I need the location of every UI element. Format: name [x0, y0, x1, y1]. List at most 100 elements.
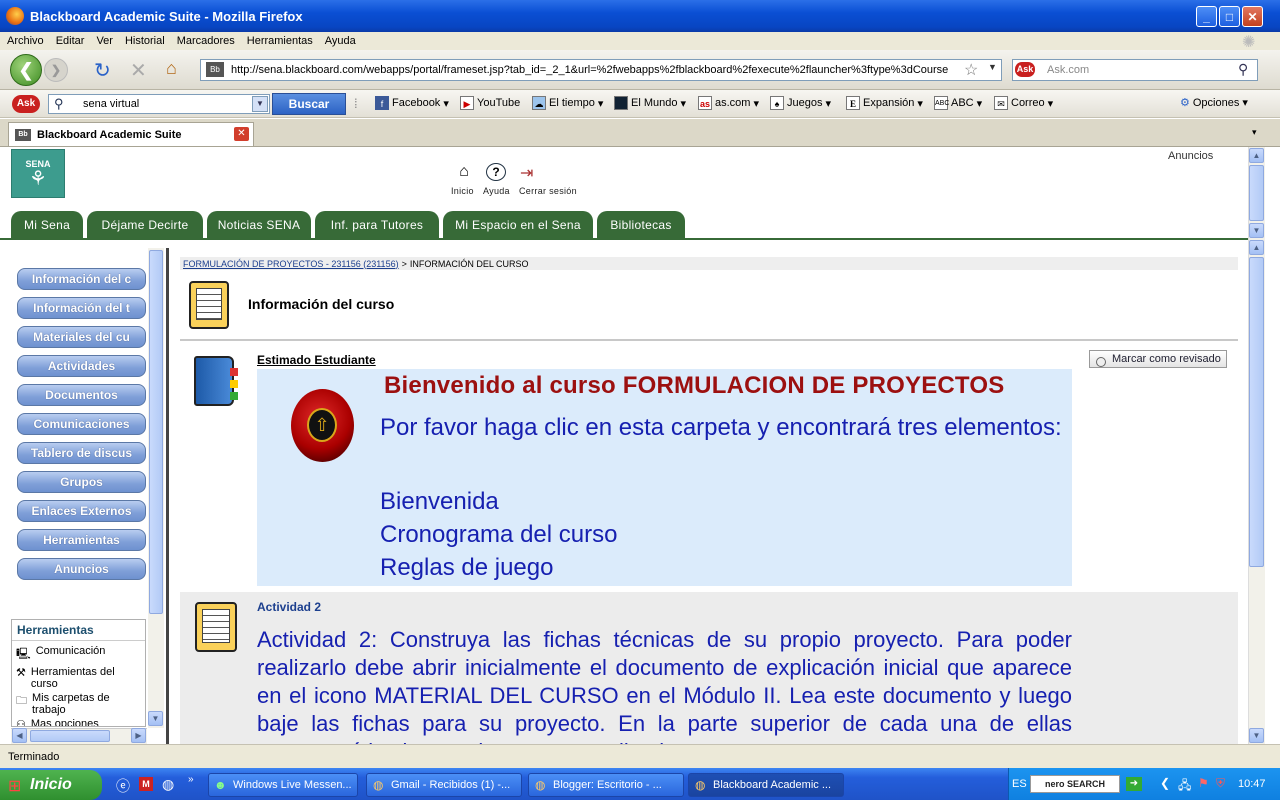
options-menu[interactable]: ⚙ Opciones ▾	[1180, 96, 1248, 110]
tool-item[interactable]: 🖳 Comunicación	[12, 641, 145, 664]
bookmark-correo[interactable]: ✉ Correo ▾	[994, 96, 1053, 110]
inicio-link[interactable]: Inicio	[451, 186, 474, 196]
tab-blackboard[interactable]: Bb Blackboard Academic Suite	[8, 122, 254, 146]
menu-marcadores[interactable]: Marcadores	[172, 35, 240, 47]
maximize-button[interactable]: □	[1219, 6, 1240, 27]
left-scroll-thumb[interactable]	[149, 250, 163, 614]
toolbar-search-input[interactable]: sena virtual	[48, 94, 270, 114]
frame-scroll-up[interactable]: ▲	[1249, 240, 1264, 255]
folder-item-icon[interactable]	[194, 356, 238, 406]
left-scroll-left[interactable]: ◀	[12, 728, 27, 743]
scroll-up-button[interactable]: ▲	[1249, 148, 1264, 163]
menu-herramientas[interactable]: Herramientas	[17, 529, 146, 551]
ayuda-link[interactable]: Ayuda	[483, 186, 510, 196]
bookmark-expansion[interactable]: E Expansión ▾	[846, 96, 923, 110]
menu-historial[interactable]: Historial	[120, 35, 170, 47]
search-dropdown-icon[interactable]: ▼	[252, 96, 268, 112]
tray-back-icon[interactable]: ❮	[1160, 776, 1170, 790]
menu-archivo[interactable]: Archivo	[2, 35, 49, 47]
back-button[interactable]: ❮	[10, 54, 42, 86]
task-blogger[interactable]: Blogger: Escritorio - ...	[528, 773, 684, 797]
tool-item[interactable]: 🗀 Mis carpetas de trabajo	[12, 690, 145, 716]
help-icon[interactable]: ?	[486, 163, 506, 181]
menu-materiales[interactable]: Materiales del cu	[17, 326, 146, 348]
frame-scroll-thumb[interactable]	[1249, 257, 1264, 567]
tab-close-icon[interactable]: ✕	[234, 127, 249, 141]
antivirus-icon[interactable]: ⛨	[1216, 776, 1225, 791]
tab-inf-tutores[interactable]: Inf. para Tutores	[315, 211, 439, 238]
home-icon[interactable]: ⌂	[166, 58, 177, 79]
magnifier-icon[interactable]: ⚲	[1238, 61, 1248, 78]
forward-button[interactable]: ❯	[44, 58, 68, 82]
task-blackboard[interactable]: Blackboard Academic ...	[688, 773, 844, 797]
tab-bibliotecas[interactable]: Bibliotecas	[597, 211, 685, 238]
ask-search-field[interactable]: Ask.com	[1012, 59, 1258, 81]
minimize-button[interactable]: _	[1196, 6, 1217, 27]
menu-herramientas[interactable]: Herramientas	[242, 35, 318, 47]
tool-item[interactable]: ⚒ Herramientas del curso	[12, 664, 145, 690]
close-button[interactable]: ✕	[1242, 6, 1263, 27]
top-scroll-down[interactable]: ▼	[1249, 223, 1264, 238]
star-bookmark-icon[interactable]: ☆	[964, 60, 978, 80]
bookmark-as[interactable]: as as.com ▾	[698, 96, 759, 110]
menu-ayuda[interactable]: Ayuda	[320, 35, 361, 47]
anuncios-link[interactable]: Anuncios	[1168, 150, 1213, 162]
menu-informacion-curso[interactable]: Información del c	[17, 268, 146, 290]
bookmark-abc[interactable]: ABC ABC ▾	[934, 96, 982, 110]
menu-actividades[interactable]: Actividades	[17, 355, 146, 377]
left-hscroll-thumb[interactable]	[30, 730, 110, 742]
breadcrumb-course-link[interactable]: FORMULACIÓN DE PROYECTOS - 231156 (23115…	[183, 259, 399, 269]
menu-comunicaciones[interactable]: Comunicaciones	[17, 413, 146, 435]
network-icon[interactable]: 🖧	[1178, 776, 1191, 797]
nero-search-box[interactable]: nero SEARCH	[1030, 775, 1120, 793]
top-scroll-thumb[interactable]	[1249, 165, 1264, 221]
tab-mi-sena[interactable]: Mi Sena	[11, 211, 83, 238]
bookmark-label: Expansión	[863, 97, 915, 109]
left-scroll-right[interactable]: ▶	[131, 728, 146, 743]
tab-noticias-sena[interactable]: Noticias SENA	[207, 211, 311, 238]
menu-anuncios[interactable]: Anuncios	[17, 558, 146, 580]
menu-grupos[interactable]: Grupos	[17, 471, 146, 493]
stop-icon[interactable]: ✕	[130, 58, 147, 83]
menu-documentos[interactable]: Documentos	[17, 384, 146, 406]
item1-intro-text: Por favor haga clic en esta carpeta y en…	[380, 414, 1062, 441]
logout-icon[interactable]: ⇥	[520, 163, 533, 183]
menu-editar[interactable]: Editar	[51, 35, 90, 47]
quicklaunch-ie-icon[interactable]: ⓔ	[116, 776, 130, 796]
home-page-icon[interactable]: ⌂	[452, 163, 476, 181]
url-bar[interactable]: http://sena.blackboard.com/webapps/porta…	[200, 59, 1002, 81]
start-folder-button[interactable]: ⇧	[291, 389, 354, 462]
sena-logo[interactable]: SENA ⚘	[11, 149, 65, 198]
quicklaunch-firefox-icon[interactable]: ◍	[162, 776, 174, 793]
bookmark-youtube[interactable]: ▶ YouTube	[460, 96, 520, 110]
menu-enlaces-externos[interactable]: Enlaces Externos	[17, 500, 146, 522]
tab-dejame-decirte[interactable]: Déjame Decirte	[87, 211, 203, 238]
menu-ver[interactable]: Ver	[91, 35, 118, 47]
scroll-down-button[interactable]: ▼	[1249, 728, 1264, 743]
search-button[interactable]: Buscar	[272, 93, 346, 115]
reload-icon[interactable]: ↻	[94, 58, 111, 83]
mark-reviewed-button[interactable]: Marcar como revisado	[1089, 350, 1227, 368]
left-scroll-down[interactable]: ▼	[148, 711, 163, 726]
bookmark-el-tiempo[interactable]: ☁ El tiempo ▾	[532, 96, 603, 110]
menu-tablero-discusion[interactable]: Tablero de discus	[17, 442, 146, 464]
ask-toolbar-logo-icon[interactable]: Ask	[12, 95, 40, 113]
task-gmail[interactable]: Gmail - Recibidos (1) -...	[366, 773, 522, 797]
language-indicator[interactable]: ES	[1012, 778, 1027, 790]
frame-divider[interactable]	[166, 248, 169, 744]
menu-informacion-tutor[interactable]: Información del t	[17, 297, 146, 319]
task-windows-live[interactable]: Windows Live Messen...	[208, 773, 358, 797]
nero-go-icon[interactable]: ➜	[1126, 777, 1142, 791]
tool-item[interactable]: ⚇ Mas opciones	[12, 716, 145, 726]
tab-list-icon[interactable]: ▾	[1252, 127, 1257, 138]
item1-title-link[interactable]: Estimado Estudiante	[257, 353, 376, 367]
quicklaunch-gmail-icon[interactable]: M	[139, 777, 153, 791]
bookmark-el-mundo[interactable]: El Mundo ▾	[614, 96, 686, 110]
security-icon[interactable]: ⚑	[1198, 776, 1209, 790]
quicklaunch-more-icon[interactable]: »	[188, 774, 194, 785]
bookmark-juegos[interactable]: ♠ Juegos ▾	[770, 96, 831, 110]
url-dropdown-icon[interactable]: ▼	[988, 62, 997, 72]
cerrar-sesion-link[interactable]: Cerrar sesión	[519, 186, 577, 196]
bookmark-facebook[interactable]: f Facebook ▾	[375, 96, 449, 110]
tab-mi-espacio[interactable]: Mi Espacio en el Sena	[443, 211, 593, 238]
